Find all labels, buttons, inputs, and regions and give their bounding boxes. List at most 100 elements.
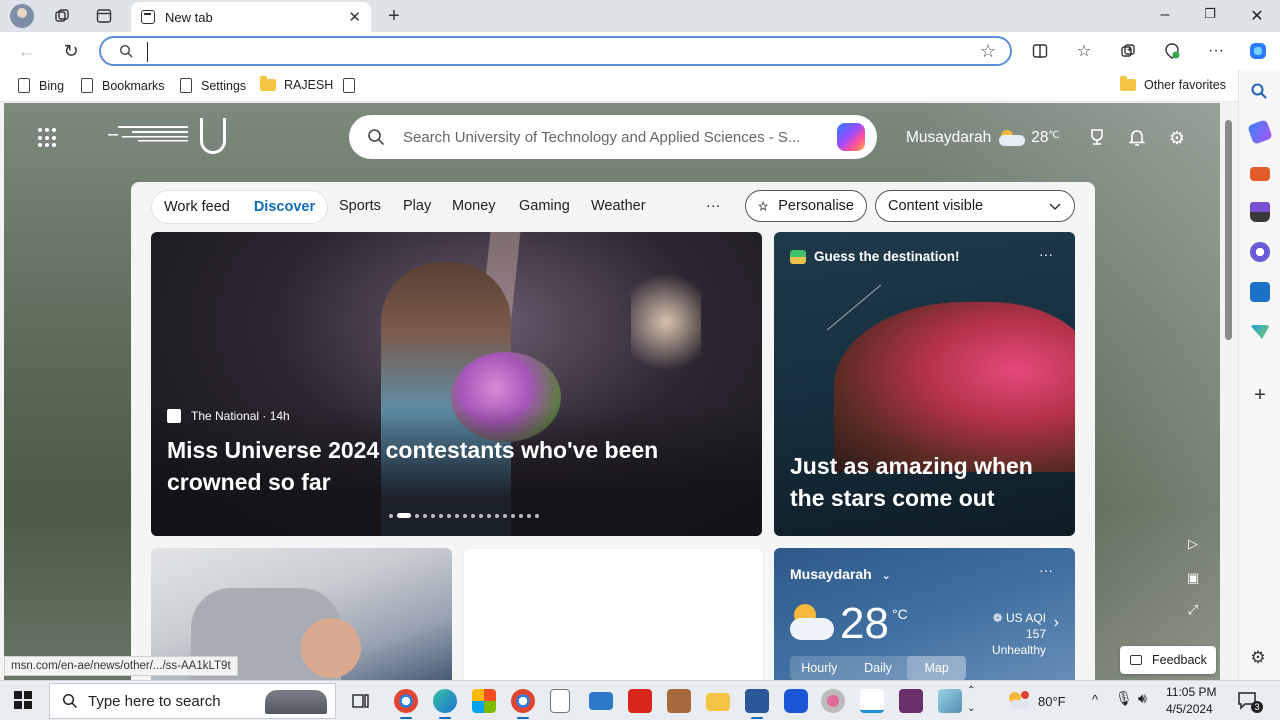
weather-location[interactable]: Musaydarah ⌄ bbox=[790, 566, 891, 582]
expand-icon[interactable]: ⤢ bbox=[1184, 601, 1202, 619]
nav-sports[interactable]: Sports bbox=[339, 198, 381, 214]
minimize-button[interactable]: – bbox=[1155, 6, 1175, 24]
teams-like-app-icon[interactable] bbox=[899, 689, 923, 713]
rewards-trophy-icon[interactable] bbox=[1086, 127, 1108, 149]
chrome-app-icon[interactable] bbox=[394, 689, 418, 719]
vertical-tabs-icon[interactable] bbox=[94, 6, 114, 26]
volume-icon[interactable]: 🔊︎ bbox=[1138, 690, 1147, 707]
favorites-icon[interactable]: ☆ bbox=[1073, 40, 1095, 62]
overflow-chevron-down-icon[interactable]: ⌄ bbox=[967, 703, 975, 714]
refresh-button[interactable]: ↻ bbox=[60, 40, 82, 62]
app-launcher-icon[interactable] bbox=[38, 128, 58, 148]
carousel-dot[interactable] bbox=[389, 513, 393, 518]
carousel-dot[interactable] bbox=[511, 513, 515, 518]
photos-app-icon[interactable] bbox=[938, 689, 962, 713]
web-search-box[interactable]: Search University of Technology and Appl… bbox=[349, 115, 877, 159]
nav-more-button[interactable]: ··· bbox=[706, 198, 721, 214]
favorite-untitled[interactable] bbox=[343, 78, 364, 93]
notepad-app-icon[interactable] bbox=[550, 689, 570, 713]
task-view-icon[interactable] bbox=[348, 689, 372, 713]
weather-tab-hourly[interactable]: Hourly bbox=[790, 656, 849, 680]
carousel-dot[interactable] bbox=[503, 513, 507, 518]
send-drop-icon[interactable] bbox=[1250, 325, 1270, 339]
carousel-dot[interactable] bbox=[439, 513, 443, 518]
carousel-dot[interactable] bbox=[423, 513, 427, 518]
copilot-icon[interactable] bbox=[1247, 40, 1269, 62]
carousel-dot[interactable] bbox=[535, 513, 539, 518]
carousel-dot[interactable] bbox=[455, 513, 459, 518]
split-screen-icon[interactable] bbox=[1029, 40, 1051, 62]
chevron-right-icon[interactable]: › bbox=[1054, 614, 1059, 632]
tab-new-tab[interactable]: New tab ✕ bbox=[131, 2, 371, 32]
carousel-dot[interactable] bbox=[479, 513, 483, 518]
clock-time[interactable]: 11:05 PM bbox=[1166, 685, 1216, 699]
outlook-icon[interactable] bbox=[1250, 282, 1270, 302]
play-video-icon[interactable]: ▷ bbox=[1184, 535, 1202, 553]
overflow-chevron-icon[interactable]: ⌃ bbox=[967, 685, 975, 696]
taskbar-weather-icon[interactable] bbox=[1006, 689, 1032, 713]
microphone-icon[interactable]: 🎙︎ bbox=[1115, 690, 1133, 707]
word-app-icon[interactable] bbox=[745, 689, 769, 719]
tools-briefcase-icon[interactable] bbox=[1250, 167, 1270, 181]
carousel-dot[interactable] bbox=[519, 513, 523, 518]
nav-money[interactable]: Money bbox=[452, 198, 496, 214]
page-scrollbar-thumb[interactable] bbox=[1225, 120, 1232, 340]
carousel-dot[interactable] bbox=[463, 513, 467, 518]
carousel-dot[interactable] bbox=[447, 513, 451, 518]
favorite-bookmarks[interactable]: Bookmarks bbox=[81, 78, 165, 93]
new-tab-button[interactable]: + bbox=[384, 5, 404, 28]
story-card-loading[interactable] bbox=[463, 548, 764, 680]
favorite-folder-rajesh[interactable]: RAJESH bbox=[260, 76, 333, 92]
mail-app-icon[interactable] bbox=[589, 692, 613, 710]
games-icon[interactable] bbox=[1250, 202, 1270, 222]
taskbar-temperature[interactable]: 80°F bbox=[1038, 694, 1066, 709]
close-tab-icon[interactable]: ✕ bbox=[348, 8, 361, 26]
copilot-icon[interactable] bbox=[837, 123, 865, 151]
workspaces-icon[interactable] bbox=[52, 6, 72, 26]
personalise-button[interactable]: Personalise bbox=[745, 190, 867, 222]
address-bar[interactable]: ☆ bbox=[99, 36, 1012, 66]
shopping-tag-icon[interactable] bbox=[1247, 119, 1273, 145]
acrobat-app-icon[interactable] bbox=[628, 689, 652, 713]
favorite-star-icon[interactable]: ☆ bbox=[980, 41, 996, 62]
air-quality[interactable]: ❁ US AQI 157 Unhealthy bbox=[970, 610, 1046, 658]
weather-tab-daily[interactable]: Daily bbox=[849, 656, 908, 680]
profile-avatar[interactable] bbox=[10, 4, 34, 28]
weather-card[interactable]: Musaydarah ⌄ ··· 28 °C ❁ US AQI 157 Unhe… bbox=[774, 548, 1075, 680]
carousel-dot[interactable] bbox=[495, 513, 499, 518]
background-image-icon[interactable]: ▣ bbox=[1184, 569, 1202, 587]
carousel-indicator[interactable] bbox=[389, 513, 539, 518]
carousel-dot[interactable] bbox=[415, 513, 419, 518]
content-visibility-dropdown[interactable]: Content visible bbox=[875, 190, 1075, 222]
browser-essentials-icon[interactable] bbox=[1161, 40, 1183, 62]
weather-tab-map[interactable]: Map bbox=[907, 656, 967, 680]
carousel-dot[interactable] bbox=[471, 513, 475, 518]
favorite-bing[interactable]: Bing bbox=[18, 78, 64, 93]
package-app-icon[interactable] bbox=[667, 689, 691, 713]
carousel-dot[interactable] bbox=[431, 513, 435, 518]
nav-play[interactable]: Play bbox=[403, 198, 431, 214]
carousel-dot[interactable] bbox=[527, 513, 531, 518]
nav-weather[interactable]: Weather bbox=[591, 198, 646, 214]
other-favorites-folder[interactable]: Other favorites bbox=[1120, 76, 1226, 92]
page-settings-gear-icon[interactable]: ⚙ bbox=[1166, 127, 1188, 149]
more-menu-icon[interactable]: ··· bbox=[1205, 40, 1227, 62]
search-icon[interactable] bbox=[1250, 82, 1270, 102]
start-button[interactable] bbox=[14, 691, 32, 709]
tab-work-feed[interactable]: Work feed bbox=[164, 199, 230, 215]
destination-card[interactable]: Guess the destination! ··· Just as amazi… bbox=[774, 232, 1075, 536]
notification-center-icon[interactable]: 3 bbox=[1236, 689, 1263, 713]
tab-discover[interactable]: Discover bbox=[254, 199, 315, 215]
destination-more-icon[interactable]: ··· bbox=[1039, 246, 1053, 262]
chrome-profile-app-icon[interactable] bbox=[511, 689, 535, 719]
back-button[interactable]: ← bbox=[16, 40, 38, 62]
favorite-settings[interactable]: Settings bbox=[180, 78, 246, 93]
weather-more-icon[interactable]: ··· bbox=[1039, 562, 1053, 578]
collections-icon[interactable] bbox=[1117, 40, 1139, 62]
tray-chevron-icon[interactable]: ^ bbox=[1092, 692, 1098, 707]
hero-headline[interactable]: Miss Universe 2024 contestants who've be… bbox=[167, 434, 727, 498]
header-weather[interactable]: Musaydarah 28 ℃ bbox=[906, 129, 1060, 147]
add-sidebar-app-icon[interactable]: + bbox=[1250, 385, 1270, 406]
feedback-button[interactable]: Feedback bbox=[1120, 646, 1216, 674]
address-input[interactable] bbox=[147, 42, 947, 62]
